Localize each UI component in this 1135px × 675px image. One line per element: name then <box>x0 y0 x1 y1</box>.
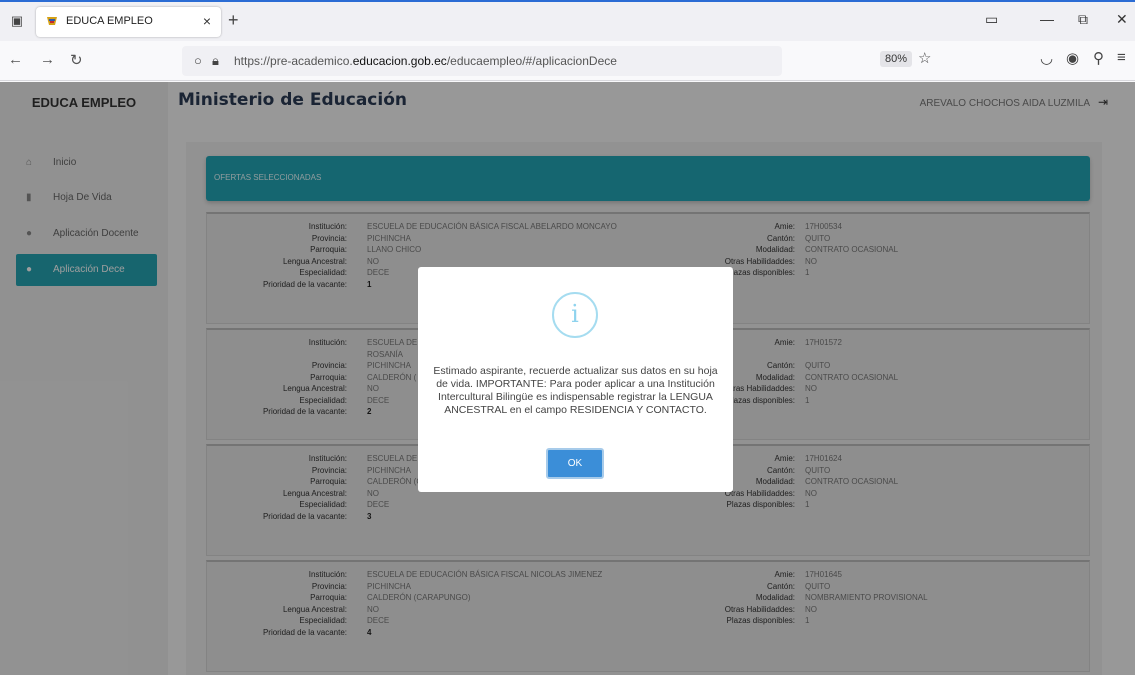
bookmark-star-icon[interactable]: ☆ <box>918 49 931 67</box>
zoom-level[interactable]: 80% <box>880 51 913 67</box>
browser-tab[interactable]: EDUCA EMPLEO × <box>36 7 221 37</box>
reload-icon[interactable]: ↻ <box>70 51 83 69</box>
new-tab-icon[interactable]: + <box>228 10 239 31</box>
close-window-icon[interactable]: ✕ <box>1116 11 1128 28</box>
close-tab-icon[interactable]: × <box>203 13 211 29</box>
forward-icon[interactable]: → <box>40 51 55 68</box>
info-icon: i <box>552 292 598 338</box>
lock-icon[interactable]: 🔒︎ <box>212 53 219 69</box>
back-icon[interactable]: ← <box>8 51 23 68</box>
modal-message: Estimado aspirante, recuerde actualizar … <box>433 365 718 416</box>
browser-nav-bar: ← → ↻ ○ 🔒︎ https://pre-academico.educaci… <box>0 41 1135 81</box>
pocket-icon[interactable]: ◡ <box>1040 49 1053 67</box>
tab-title: EDUCA EMPLEO <box>66 15 153 27</box>
menu-icon[interactable]: ≡ <box>1117 49 1126 66</box>
favicon-icon <box>47 17 57 25</box>
maximize-icon[interactable]: ⧉ <box>1078 11 1088 28</box>
account-icon[interactable]: ◉ <box>1066 49 1079 67</box>
url-text[interactable]: https://pre-academico.educacion.gob.ec/e… <box>234 54 617 68</box>
alert-modal: i Estimado aspirante, recuerde actualiza… <box>418 267 733 492</box>
shield-icon[interactable]: ○ <box>194 53 202 68</box>
url-bar[interactable]: ○ 🔒︎ https://pre-academico.educacion.gob… <box>182 46 782 76</box>
page-content: EDUCA EMPLEO ⌂ Inicio ▮ Hoja De Vida ● A… <box>0 82 1135 675</box>
ok-button[interactable]: OK <box>546 448 604 479</box>
restore-window-icon[interactable]: ▭ <box>985 11 998 28</box>
tab-list-icon[interactable]: ▣ <box>8 12 26 30</box>
extensions-icon[interactable]: ⚲ <box>1093 49 1104 67</box>
minimize-icon[interactable]: — <box>1040 11 1054 27</box>
browser-tab-bar: ▣ EDUCA EMPLEO × + ▭ — ⧉ ✕ <box>0 0 1135 41</box>
